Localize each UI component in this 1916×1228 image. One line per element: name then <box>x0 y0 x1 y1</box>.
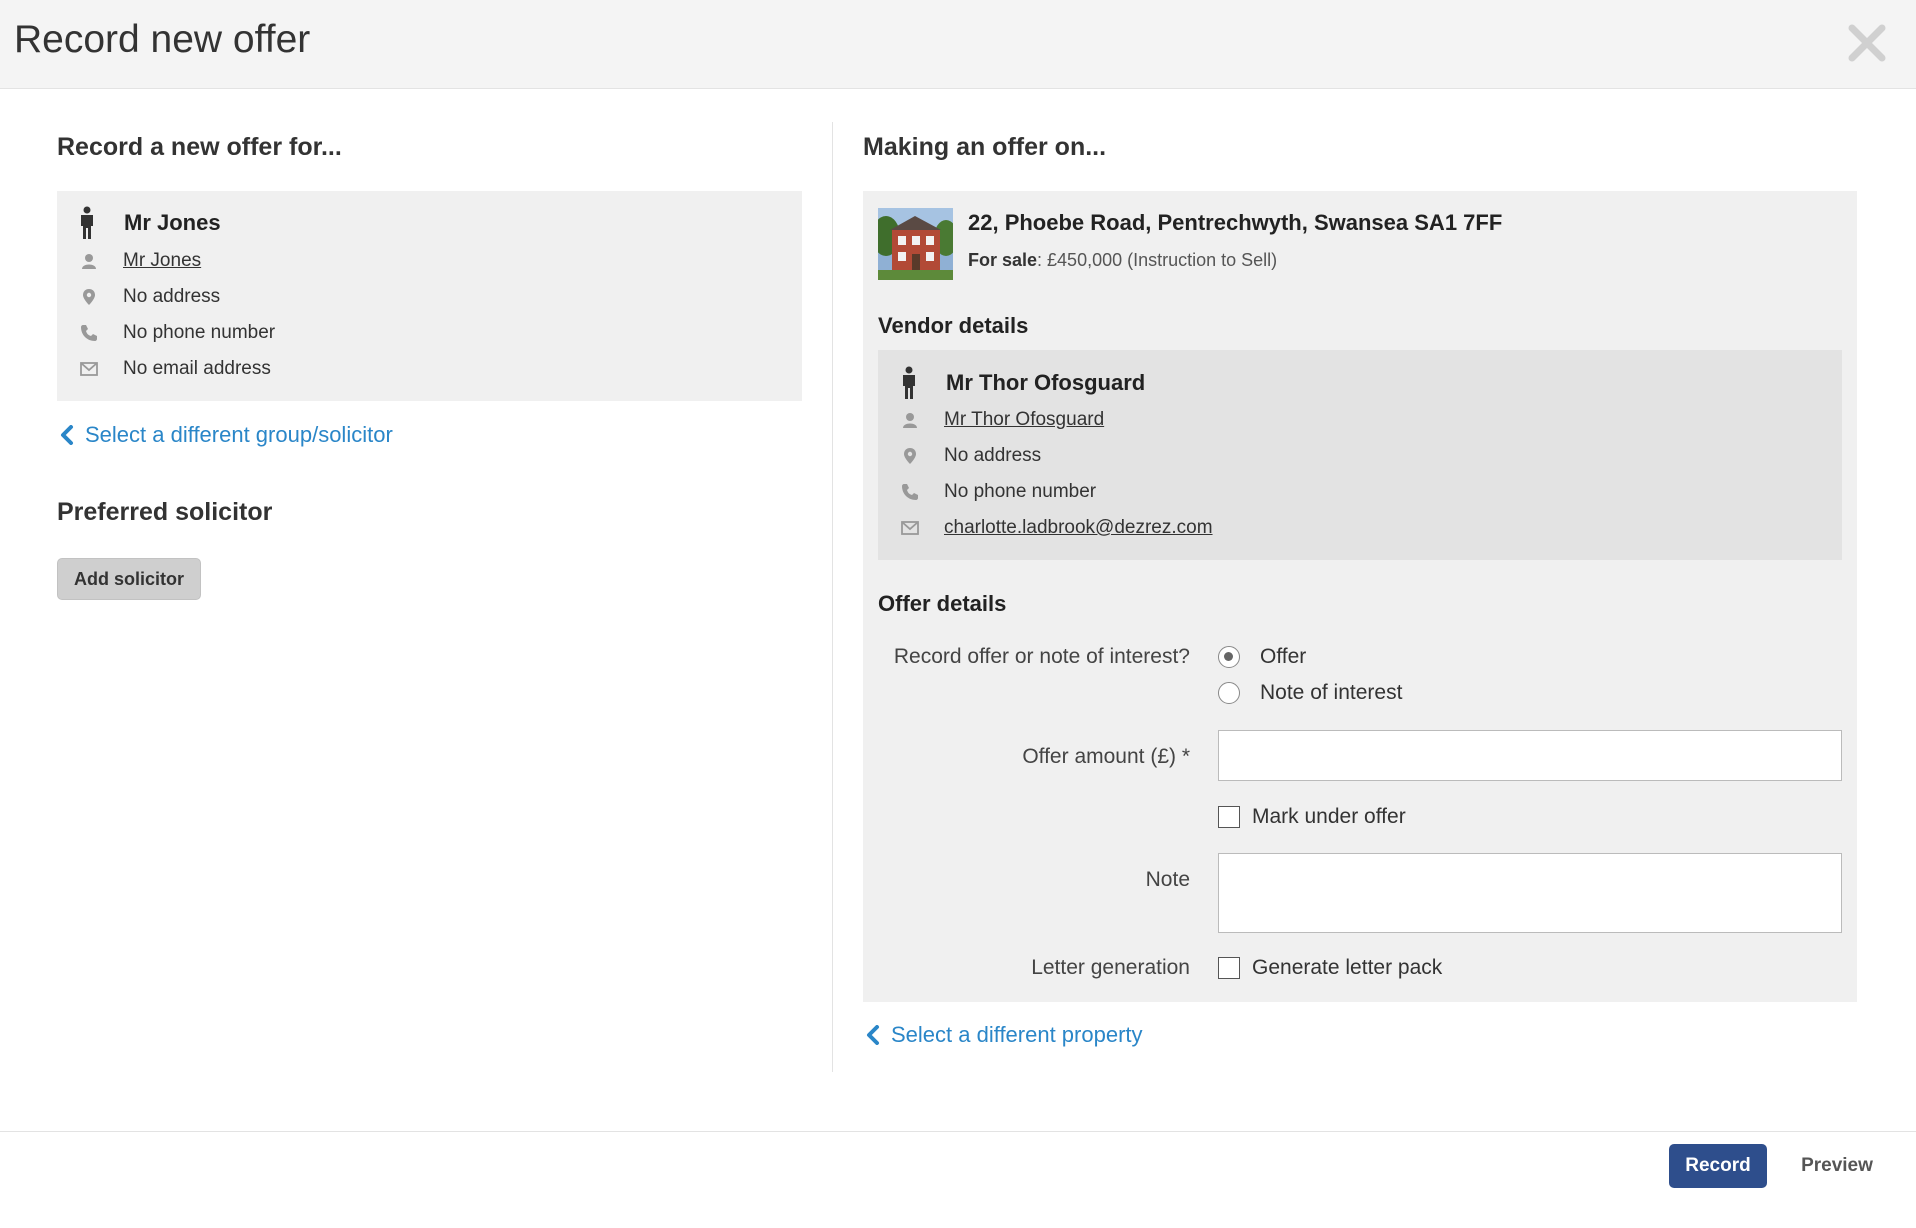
vendor-name: Mr Thor Ofosguard <box>946 370 1146 395</box>
offer-amount-label: Offer amount (£) * <box>1022 745 1190 768</box>
generate-letter-pack-checkbox[interactable]: Generate letter pack <box>1218 956 1442 980</box>
user-icon <box>79 251 99 271</box>
preview-button[interactable]: Preview <box>1782 1144 1892 1188</box>
select-different-property-label: Select a different property <box>891 1022 1143 1047</box>
applicant-phone-row: No phone number <box>79 322 275 344</box>
radio-offer[interactable]: Offer <box>1218 645 1306 669</box>
vendor-details-heading: Vendor details <box>878 313 1029 338</box>
vendor-contact-link[interactable]: Mr Thor Ofosguard <box>944 409 1104 431</box>
radio-note-of-interest-dot[interactable] <box>1218 682 1240 704</box>
phone-icon <box>900 482 920 502</box>
vendor-email-link[interactable]: charlotte.ladbrook@dezrez.com <box>944 517 1213 539</box>
applicant-email-row: No email address <box>79 358 271 380</box>
vendor-contact-row: Mr Thor Ofosguard <box>900 409 1104 431</box>
vendor-email-row: charlotte.ladbrook@dezrez.com <box>900 517 1213 539</box>
offer-details-heading: Offer details <box>878 591 1007 616</box>
modal-header: Record new offer <box>0 0 1916 89</box>
applicant-phone: No phone number <box>123 322 276 343</box>
vendor-address: No address <box>944 445 1042 466</box>
select-different-group-link[interactable]: Select a different group/solicitor <box>59 422 393 448</box>
vendor-address-row: No address <box>900 445 1041 467</box>
mark-under-offer-label: Mark under offer <box>1252 805 1406 828</box>
applicant-address-row: No address <box>79 286 220 308</box>
generate-letter-pack-label: Generate letter pack <box>1252 956 1443 979</box>
note-label: Note <box>1145 868 1190 891</box>
mark-under-offer-box[interactable] <box>1218 806 1240 828</box>
applicant-contact-link[interactable]: Mr Jones <box>123 250 201 272</box>
map-pin-icon <box>900 446 920 466</box>
property-section-heading: Making an offer on... <box>863 133 1107 161</box>
applicant-email: No email address <box>123 358 271 379</box>
property-status: For sale: £450,000 (Instruction to Sell) <box>968 250 1277 271</box>
applicant-section-heading: Record a new offer for... <box>57 133 342 161</box>
person-icon <box>72 206 102 240</box>
applicant-address: No address <box>123 286 221 307</box>
user-icon <box>900 410 920 430</box>
note-textarea[interactable] <box>1218 853 1842 933</box>
property-thumbnail <box>878 208 953 280</box>
radio-offer-label: Offer <box>1260 645 1307 668</box>
offer-amount-input[interactable] <box>1218 730 1842 781</box>
vendor-phone: No phone number <box>944 481 1097 502</box>
applicant-name-row: Mr Jones <box>72 206 221 240</box>
map-pin-icon <box>79 287 99 307</box>
radio-offer-dot[interactable] <box>1218 646 1240 668</box>
property-address: 22, Phoebe Road, Pentrechwyth, Swansea S… <box>968 210 1503 235</box>
generate-letter-pack-box[interactable] <box>1218 957 1240 979</box>
envelope-icon <box>900 518 920 538</box>
radio-note-of-interest[interactable]: Note of interest <box>1218 681 1402 705</box>
offer-type-label: Record offer or note of interest? <box>893 645 1190 668</box>
vendor-phone-row: No phone number <box>900 481 1096 503</box>
envelope-icon <box>79 359 99 379</box>
applicant-contact-row: Mr Jones <box>79 250 201 272</box>
person-icon <box>894 366 924 400</box>
letter-generation-label: Letter generation <box>1031 956 1190 979</box>
column-divider <box>832 122 833 1072</box>
preferred-solicitor-heading: Preferred solicitor <box>57 498 273 526</box>
vendor-name-row: Mr Thor Ofosguard <box>894 366 1145 400</box>
phone-icon <box>79 323 99 343</box>
modal-title: Record new offer <box>14 18 311 61</box>
modal-footer <box>0 1131 1916 1228</box>
mark-under-offer-checkbox[interactable]: Mark under offer <box>1218 805 1406 829</box>
property-status-label: For sale <box>968 250 1038 270</box>
radio-note-of-interest-label: Note of interest <box>1260 681 1403 704</box>
property-price: : £450,000 (Instruction to Sell) <box>1037 250 1278 270</box>
add-solicitor-button[interactable]: Add solicitor <box>57 558 201 600</box>
close-icon[interactable] <box>1842 18 1892 68</box>
select-different-group-label: Select a different group/solicitor <box>85 422 393 447</box>
applicant-name: Mr Jones <box>124 210 221 235</box>
chevron-left-icon <box>865 1025 881 1045</box>
select-different-property-link[interactable]: Select a different property <box>865 1022 1143 1048</box>
chevron-left-icon <box>59 425 75 445</box>
record-button[interactable]: Record <box>1669 1144 1767 1188</box>
